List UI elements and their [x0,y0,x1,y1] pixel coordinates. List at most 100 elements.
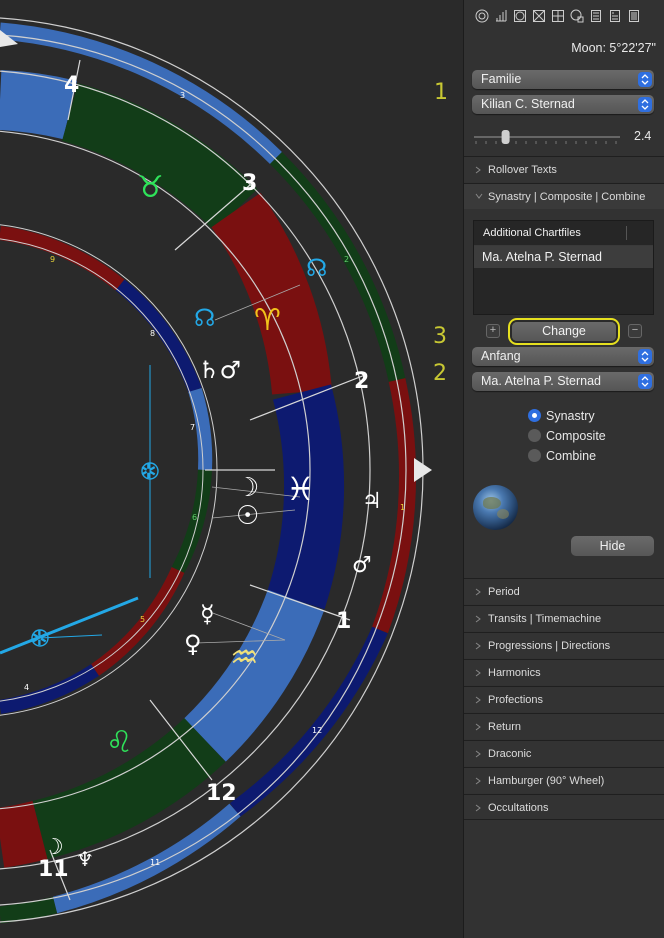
section-synastry[interactable]: Synastry | Composite | Combine [464,183,664,209]
radio-dot [528,449,541,462]
section-progressions[interactable]: Progressions | Directions [464,632,664,658]
start-select[interactable]: Anfang [472,347,654,366]
radio-combine[interactable]: Combine [528,448,596,464]
ring-label: 2 [344,255,349,264]
house-number: 11 [38,857,69,882]
add-chartfile-button[interactable]: + [486,324,500,338]
section-label: Rollover Texts [488,164,557,176]
ring-label: 4 [24,683,29,692]
house-number: 4 [64,73,79,98]
radio-label: Combine [546,449,597,463]
sign-band-red-bottom [0,800,48,868]
ring-label: 7 [190,423,195,432]
partner-select[interactable]: Ma. Atelna P. Sternad [472,372,654,391]
saturn-mars-icon: ♄♂ [198,356,241,384]
section-label: Hamburger (90° Wheel) [488,775,605,787]
ring-label: 1 [400,503,405,512]
popup-arrows-icon [638,72,652,87]
chartfiles-header: Additional Chartfiles [474,221,653,246]
person-select[interactable]: Kilian C. Sternad [472,95,654,114]
inner-ring-blue [188,387,213,471]
section-label: Progressions | Directions [488,640,611,652]
ring-label: 3 [180,91,185,100]
mercury-icon: ☿ [200,600,215,628]
orb-slider[interactable] [472,129,622,145]
outer-ring-green-bottom [0,896,58,924]
inner-ring-red2 [90,567,185,676]
chevron-down-icon [475,193,483,199]
radio-synastry[interactable]: Synastry [528,408,595,424]
house-number: 3 [242,171,257,196]
table-icon[interactable] [550,8,566,24]
radio-label: Synastry [546,409,595,423]
cross-grid-icon[interactable] [531,8,547,24]
section-label: Occultations [488,802,549,814]
earth-globe-icon[interactable] [473,485,518,530]
house-number: 12 [206,781,237,806]
ring-label: 11 [150,858,160,867]
start-select-label: Anfang [481,349,521,363]
section-transits[interactable]: Transits | Timemachine [464,605,664,631]
chevron-right-icon [475,777,481,785]
section-return[interactable]: Return [464,713,664,739]
text-list-icon[interactable] [588,8,604,24]
hide-button[interactable]: Hide [571,536,654,556]
section-harmonics[interactable]: Harmonics [464,659,664,685]
chevron-right-icon [475,588,481,596]
chevron-right-icon [475,166,481,174]
side-panel: Moon: 5°22'27" Familie Kilian C. Sternad… [463,0,664,938]
slider-value: 2.4 [634,129,652,143]
list-icon[interactable] [626,8,642,24]
section-label: Profections [488,694,544,706]
section-label: Synastry | Composite | Combine [488,191,646,203]
taurus-icon: ♉ [137,170,164,205]
radio-composite[interactable]: Composite [528,428,606,444]
popup-arrows-icon [638,349,652,364]
change-button[interactable]: Change [512,322,616,341]
chart-wheel[interactable]: 3 2 1 12 11 9 8 7 6 5 4 4 3 2 1 12 11 ♉ … [0,0,463,938]
clock-icon[interactable] [569,8,585,24]
wheel-icon[interactable] [474,8,490,24]
sign-band-aries [211,192,332,395]
popup-arrows-icon [638,97,652,112]
radio-label: Composite [546,429,606,443]
ring-label: 12 [312,726,322,735]
section-profections[interactable]: Profections [464,686,664,712]
slider-thumb[interactable] [501,130,510,144]
chevron-right-icon [475,669,481,677]
group-select-label: Familie [481,72,522,86]
inner-ring-navy [115,279,202,393]
group-select[interactable]: Familie [472,70,654,89]
chart-area[interactable]: 3 2 1 12 11 9 8 7 6 5 4 4 3 2 1 12 11 ♉ … [0,0,463,938]
toolbar [474,8,660,26]
document-icon[interactable] [607,8,623,24]
annotation-1: 1 [434,80,448,105]
section-occultations[interactable]: Occultations [464,794,664,820]
node-icon: ☊ [194,304,215,332]
additional-chartfiles-list[interactable]: Additional Chartfiles Ma. Atelna P. Ster… [473,220,654,315]
bar-chart-icon[interactable] [493,8,509,24]
aquarius-icon: ♒ [230,638,259,676]
section-period[interactable]: Period [464,578,664,604]
mars-icon: ♂ [352,553,372,578]
sun-icon: ☉ [236,501,259,531]
moon-readout: Moon: 5°22'27" [571,41,656,55]
ring-label: 9 [50,255,55,264]
section-rollover-texts[interactable]: Rollover Texts [464,156,664,182]
radio-dot [528,429,541,442]
section-label: Transits | Timemachine [488,613,602,625]
neptune-icon: ♆ [76,847,94,871]
chevron-right-icon [475,642,481,650]
section-hamburger[interactable]: Hamburger (90° Wheel) [464,767,664,793]
annotation-2: 2 [433,361,447,386]
section-draconic[interactable]: Draconic [464,740,664,766]
chartfiles-header-label: Additional Chartfiles [483,227,581,239]
aspect-grid-icon[interactable] [512,8,528,24]
list-item[interactable]: Ma. Atelna P. Sternad [474,246,653,268]
popup-arrows-icon [638,374,652,389]
chevron-right-icon [475,696,481,704]
remove-chartfile-button[interactable]: − [628,324,642,338]
pisces-icon: ♓ [286,470,315,508]
house-number: 2 [354,369,369,394]
ring-label: 5 [140,615,145,624]
